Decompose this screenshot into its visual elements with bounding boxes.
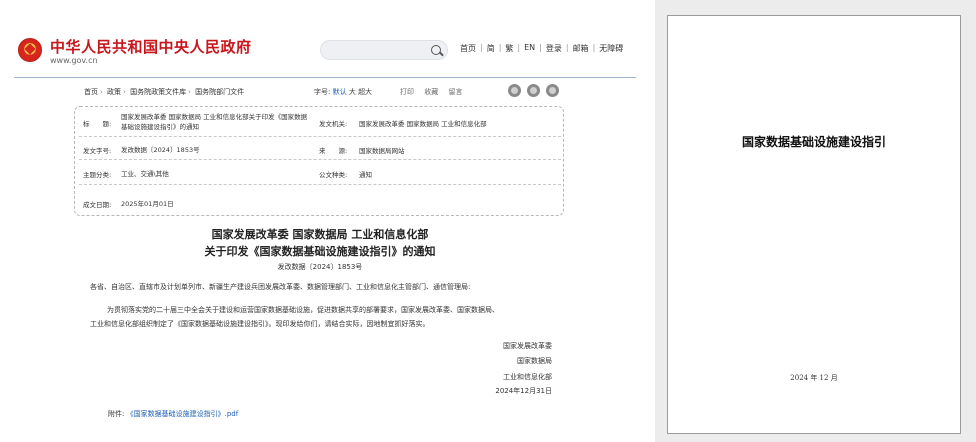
font-size-label: 字号: — [314, 88, 331, 96]
pdf-cover-preview[interactable]: 国家数据基础设施建设指引 2024 年 12 月 — [667, 15, 961, 434]
meta-source-label: 来 源: — [319, 147, 348, 155]
nav-english[interactable]: EN — [520, 43, 539, 54]
meta-type-value: 通知 — [359, 171, 372, 179]
font-size-large[interactable]: 大 — [349, 88, 356, 96]
nav-accessibility[interactable]: 无障碍 — [595, 43, 627, 54]
national-emblem-icon[interactable] — [18, 38, 42, 62]
print-button[interactable]: 打印 — [400, 88, 414, 96]
favorite-star-icon[interactable] — [546, 84, 559, 97]
webpage-panel: 中华人民共和国中央人民政府 www.gov.cn 首页 | 简 | 繁 | EN | 登… — [0, 0, 655, 442]
nav-traditional[interactable]: 繁 — [501, 43, 517, 54]
breadcrumb: 首页 › 政策 › 国务院政策文件库 › 国务院部门文件 — [84, 88, 245, 96]
search-box[interactable] — [320, 40, 448, 60]
meta-row-topic: 主题分类: 工业、交通\其他 公文种类: 通知 — [75, 160, 565, 185]
document-title-line1: 国家发展改革委 国家数据局 工业和信息化部 — [211, 228, 429, 241]
meta-topic-value: 工业、交通\其他 — [121, 170, 169, 178]
breadcrumb-policy-library[interactable]: 国务院政策文件库 — [130, 88, 186, 96]
document-paragraph-1: 为贯彻落实党的二十届三中全会关于建设和运营国家数据基础设施，促进数据共享的部署要… — [107, 306, 499, 314]
page-actions: 打印 收藏 留言 — [400, 87, 470, 97]
document-paragraph-2: 工业和信息化部组织制定了《国家数据基础设施建设指引》。现印发给你们，请结合实际，… — [90, 320, 430, 328]
site-domain: www.gov.cn — [50, 56, 98, 65]
sign-date: 2024年12月31日 — [495, 387, 552, 395]
meta-issuer-value: 国家发展改革委 国家数据局 工业和信息化部 — [359, 120, 487, 128]
header-divider — [14, 77, 636, 78]
meta-type-label: 公文种类: — [319, 171, 348, 179]
meta-issuer-label: 发文机关: — [319, 120, 348, 128]
preview-title: 国家数据基础设施建设指引 — [741, 135, 886, 149]
site-title[interactable]: 中华人民共和国中央人民政府 — [50, 36, 252, 57]
document-recipients: 各省、自治区、直辖市及计划单列市、新疆生产建设兵团发展改革委、数据管理部门、工业… — [90, 283, 471, 291]
signer-miit: 工业和信息化部 — [503, 373, 552, 381]
top-nav: 首页 | 简 | 繁 | EN | 登录 | 邮箱 | 无障碍 — [456, 43, 627, 54]
comment-button[interactable]: 留言 — [448, 88, 462, 96]
document-metadata-table: 标 题: 国家发展改革委 国家数据局 工业和信息化部关于印发《国家数据 基础设施… — [74, 106, 564, 216]
meta-row-docnum: 发文字号: 发改数据〔2024〕1853号 来 源: 国家数据局网站 — [75, 137, 565, 160]
nav-simplified[interactable]: 简 — [483, 43, 499, 54]
site-header: 中华人民共和国中央人民政府 www.gov.cn 首页 | 简 | 繁 | EN | 登… — [14, 34, 634, 74]
meta-docnum-label: 发文字号: — [83, 147, 112, 155]
font-size-control: 字号: 默认 大 超大 — [314, 87, 372, 97]
favorite-button[interactable]: 收藏 — [424, 88, 438, 96]
font-size-xlarge[interactable]: 超大 — [358, 88, 372, 96]
breadcrumb-policy[interactable]: 政策 — [107, 88, 121, 96]
document-title-line2: 关于印发《国家数据基础设施建设指引》的通知 — [204, 245, 436, 258]
signer-nda: 国家数据局 — [517, 357, 552, 365]
meta-date-value: 2025年01月01日 — [121, 200, 174, 208]
breadcrumb-department-docs[interactable]: 国务院部门文件 — [195, 88, 244, 96]
nav-home[interactable]: 首页 — [456, 43, 480, 54]
meta-title-value-line2: 基础设施建设指引》的通知 — [121, 123, 199, 131]
breadcrumb-home[interactable]: 首页 — [84, 88, 98, 96]
signer-ndrc: 国家发展改革委 — [503, 342, 552, 350]
meta-docnum-value: 发改数据〔2024〕1853号 — [121, 146, 200, 154]
meta-date-label: 成文日期: — [83, 201, 112, 209]
search-icon[interactable] — [431, 45, 441, 55]
preview-date: 2024 年 12 月 — [790, 374, 838, 382]
meta-title-label: 标 题: — [83, 120, 112, 128]
document-number: 发改数据〔2024〕1853号 — [277, 263, 363, 271]
search-input[interactable] — [327, 44, 423, 56]
meta-title-value-line1: 国家发展改革委 国家数据局 工业和信息化部关于印发《国家数据 — [121, 113, 308, 121]
font-size-default[interactable]: 默认 — [333, 88, 347, 96]
attachment-label: 附件: — [108, 410, 125, 418]
attachment: 附件: 《国家数据基础设施建设指引》.pdf — [108, 409, 238, 419]
meta-row-date: 成文日期: 2025年01月01日 — [75, 185, 565, 213]
attachment-pdf-link[interactable]: 《国家数据基础设施建设指引》.pdf — [127, 410, 239, 418]
meta-row-title: 标 题: 国家发展改革委 国家数据局 工业和信息化部关于印发《国家数据 基础设施… — [75, 107, 565, 137]
nav-login[interactable]: 登录 — [542, 43, 566, 54]
share-icons — [508, 84, 559, 97]
nav-mail[interactable]: 邮箱 — [569, 43, 593, 54]
page-toolbar: 首页 › 政策 › 国务院政策文件库 › 国务院部门文件 字号: 默认 大 超大 打印… — [84, 84, 564, 99]
weibo-share-icon[interactable] — [508, 84, 521, 97]
meta-source-value: 国家数据局网站 — [359, 147, 405, 155]
meta-topic-label: 主题分类: — [83, 171, 112, 179]
wechat-share-icon[interactable] — [527, 84, 540, 97]
